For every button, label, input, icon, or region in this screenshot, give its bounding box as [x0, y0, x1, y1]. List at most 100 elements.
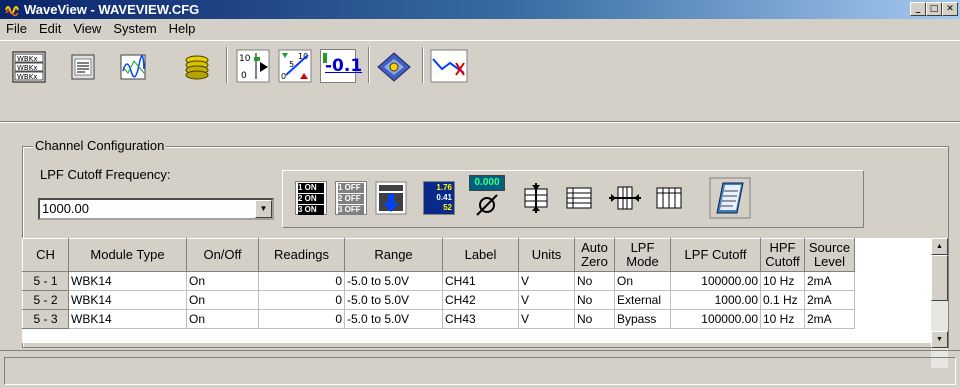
svg-text:10: 10 [239, 54, 251, 64]
cell-lpf-mode[interactable]: On [614, 271, 671, 291]
maximize-button[interactable]: □ [926, 2, 942, 16]
cell-auto-zero[interactable]: No [574, 271, 615, 291]
col-header-units[interactable]: Units [518, 238, 575, 272]
disk-stack-icon[interactable] [182, 53, 212, 81]
scope-icon[interactable] [118, 53, 148, 81]
meter-zero-icon[interactable]: 0.000 [469, 175, 505, 219]
cell-readings[interactable]: 0 [258, 290, 345, 310]
cell-label[interactable]: CH41 [442, 271, 519, 291]
digital-value-icon[interactable]: -0.1 [320, 49, 362, 83]
notes-icon[interactable] [709, 177, 751, 219]
table-rows-icon[interactable] [565, 185, 593, 211]
cell-module-type[interactable]: WBK14 [68, 271, 187, 291]
cell-hpf-cutoff[interactable]: 10 Hz [760, 271, 805, 291]
cell-lpf-cutoff[interactable]: 100000.00 [670, 309, 761, 329]
minimize-button[interactable]: _ [910, 2, 926, 16]
col-header-source-level[interactable]: Source Level [804, 238, 855, 272]
compress-rows-icon[interactable] [521, 183, 551, 213]
cell-auto-zero[interactable]: No [574, 290, 615, 310]
title-bar[interactable]: WaveView - WAVEVIEW.CFG _ □ ✕ [0, 0, 960, 19]
cell-label[interactable]: CH42 [442, 290, 519, 310]
all-on-line: 2 ON [298, 194, 324, 204]
lpf-cutoff-value: 1000.00 [42, 201, 89, 216]
scroll-up-icon[interactable]: ▲ [931, 238, 948, 255]
all-on-line: 1 ON [298, 183, 324, 193]
scroll-thumb[interactable] [931, 255, 948, 301]
svg-text:WBKx: WBKx [17, 55, 37, 63]
cell-lpf-cutoff[interactable]: 1000.00 [670, 290, 761, 310]
cell-range[interactable]: -5.0 to 5.0V [344, 309, 443, 329]
cell-on-off[interactable]: On [186, 271, 259, 291]
cell-source-level[interactable]: 2mA [804, 309, 855, 329]
cell-lpf-mode[interactable]: Bypass [614, 309, 671, 329]
cell-range[interactable]: -5.0 to 5.0V [344, 271, 443, 291]
channel-configuration-title: Channel Configuration [33, 138, 167, 153]
acquire-range-icon[interactable]: 10 0 [236, 49, 270, 83]
chevron-down-icon[interactable]: ▼ [255, 200, 272, 218]
row-header-ch[interactable]: 5 - 1 [22, 271, 69, 291]
all-off-icon[interactable]: 1 OFF 2 OFF 3 OFF [335, 181, 367, 215]
reading-line: 0.41 [436, 193, 452, 202]
notepad-icon[interactable] [68, 53, 98, 81]
cell-hpf-cutoff[interactable]: 0.1 Hz [760, 290, 805, 310]
cell-readings[interactable]: 0 [258, 309, 345, 329]
cell-source-level[interactable]: 2mA [804, 290, 855, 310]
channel-update-icon[interactable] [375, 181, 407, 215]
col-header-label[interactable]: Label [442, 238, 519, 272]
svg-text:0: 0 [281, 72, 286, 81]
select-wbk-icon[interactable]: WBKx WBKx WBKx [12, 51, 46, 83]
row-header-ch[interactable]: 5 - 3 [22, 309, 69, 329]
col-header-range[interactable]: Range [344, 238, 443, 272]
cell-units[interactable]: V [518, 290, 575, 310]
menu-system[interactable]: System [107, 19, 162, 39]
waveform-display-icon[interactable] [430, 49, 468, 83]
cell-module-type[interactable]: WBK14 [68, 290, 187, 310]
all-off-line: 2 OFF [338, 194, 364, 204]
all-on-icon[interactable]: 1 ON 2 ON 3 ON [295, 181, 327, 215]
cell-on-off[interactable]: On [186, 309, 259, 329]
cell-readings[interactable]: 0 [258, 271, 345, 291]
col-header-hpf-cutoff[interactable]: HPF Cutoff [760, 238, 805, 272]
col-header-module-type[interactable]: Module Type [68, 238, 187, 272]
lpf-cutoff-select[interactable]: 1000.00 ▼ [38, 198, 274, 220]
all-off-line: 1 OFF [338, 183, 364, 193]
col-header-auto-zero[interactable]: Auto Zero [574, 238, 615, 272]
cell-lpf-mode[interactable]: External [614, 290, 671, 310]
table-header-row: CH Module Type On/Off Readings Range Lab… [22, 238, 855, 272]
row-header-ch[interactable]: 5 - 2 [22, 290, 69, 310]
window-title: WaveView - WAVEVIEW.CFG [24, 2, 200, 17]
col-header-readings[interactable]: Readings [258, 238, 345, 272]
svg-text:WBKx: WBKx [17, 64, 37, 72]
scroll-down-icon[interactable]: ▼ [931, 331, 948, 348]
status-bar [0, 350, 960, 388]
expand-cols-icon[interactable] [609, 183, 641, 213]
status-panel [4, 357, 956, 385]
col-header-on-off[interactable]: On/Off [186, 238, 259, 272]
menu-help[interactable]: Help [163, 19, 202, 39]
target-diamond-icon[interactable] [376, 51, 412, 83]
cell-source-level[interactable]: 2mA [804, 271, 855, 291]
zero-dial-icon [476, 194, 498, 216]
scale-needle-icon[interactable]: 10 5 0 [278, 49, 312, 83]
cell-hpf-cutoff[interactable]: 10 Hz [760, 309, 805, 329]
col-header-ch[interactable]: CH [22, 238, 69, 272]
cell-label[interactable]: CH43 [442, 309, 519, 329]
all-on-line: 3 ON [298, 205, 324, 215]
cell-lpf-cutoff[interactable]: 100000.00 [670, 271, 761, 291]
cell-auto-zero[interactable]: No [574, 309, 615, 329]
readings-icon[interactable]: 1.76 0.41 52 [423, 181, 455, 215]
menu-file[interactable]: File [0, 19, 33, 39]
col-header-lpf-mode[interactable]: LPF Mode [614, 238, 671, 272]
cell-units[interactable]: V [518, 271, 575, 291]
vertical-scrollbar[interactable]: ▲ ▼ [931, 238, 948, 368]
cell-on-off[interactable]: On [186, 290, 259, 310]
menu-edit[interactable]: Edit [33, 19, 67, 39]
col-header-lpf-cutoff[interactable]: LPF Cutoff [670, 238, 761, 272]
cell-units[interactable]: V [518, 309, 575, 329]
menu-view[interactable]: View [67, 19, 107, 39]
cell-range[interactable]: -5.0 to 5.0V [344, 290, 443, 310]
reading-line: 1.76 [436, 183, 452, 192]
cell-module-type[interactable]: WBK14 [68, 309, 187, 329]
table-cols-icon[interactable] [655, 185, 683, 211]
close-button[interactable]: ✕ [942, 2, 958, 16]
